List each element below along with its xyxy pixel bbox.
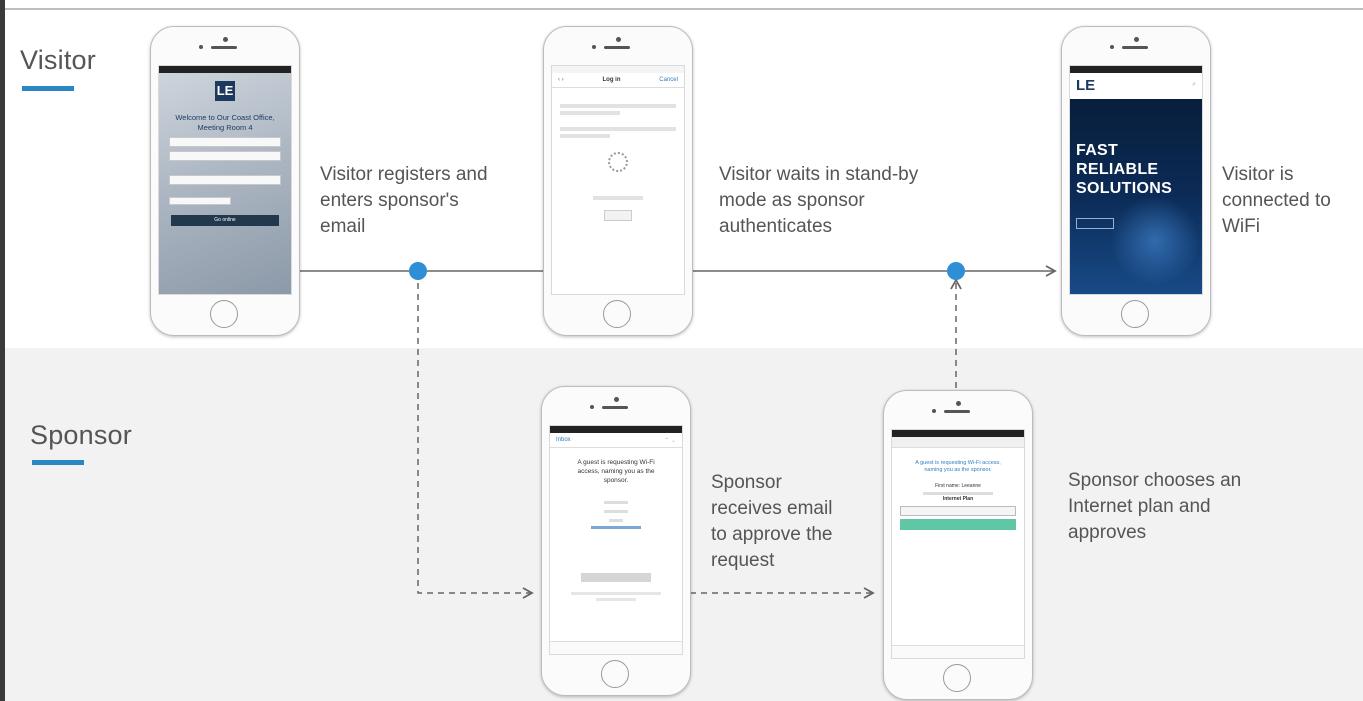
waiting-text-line [593, 196, 643, 200]
camera [956, 401, 961, 406]
approve-button[interactable] [900, 519, 1016, 530]
confirm-button[interactable] [581, 573, 651, 582]
camera [1134, 37, 1139, 42]
status-bar [892, 430, 1024, 437]
speaker [604, 46, 630, 49]
info-line-1 [560, 104, 676, 108]
browser-toolbar [892, 645, 1024, 658]
status-bar [1070, 66, 1202, 73]
login-title: Log in [602, 77, 621, 83]
standby-screen: ‹ › Log in Cancel [551, 65, 685, 295]
brand-logo: LE [1076, 77, 1096, 94]
phone-plan-selection: A guest is requesting Wi-Fi access, nami… [883, 390, 1033, 700]
speaker [211, 46, 237, 49]
sensor-dot [592, 45, 596, 49]
email-screen: Inbox ⌃ ⌄ A guest is requesting Wi-Fi ac… [549, 425, 683, 655]
home-button [210, 300, 238, 328]
search-icon[interactable]: ⌕ [1192, 81, 1196, 89]
mail-toolbar [550, 641, 682, 654]
step-visitor-registers: Visitor registers and enters sponsor's e… [320, 164, 488, 237]
status-bar [550, 426, 682, 433]
guest-email-link[interactable] [591, 526, 641, 529]
speaker [944, 410, 970, 413]
flow-diagram: Visitor Sponsor Visitor registers and en… [0, 0, 1363, 701]
home-button [1121, 300, 1149, 328]
footer-line-1 [571, 592, 661, 595]
footer-line-2 [596, 598, 636, 601]
step-sponsor-receives: Sponsor receives email to approve the re… [711, 472, 833, 571]
info-line-4 [560, 134, 610, 138]
name-field[interactable] [169, 137, 281, 147]
step-visitor-waits: Visitor waits in stand-by mode as sponso… [719, 164, 919, 237]
internet-plan-select[interactable] [900, 506, 1016, 516]
plan-screen: A guest is requesting Wi-Fi access, nami… [891, 429, 1025, 659]
email-field[interactable] [169, 151, 281, 161]
request-heading: A guest is requesting Wi-Fi access, nami… [577, 459, 655, 484]
go-online-button[interactable]: Go online [171, 215, 279, 226]
detail-line-1 [604, 501, 628, 504]
dashed-line-to-sponsor-email [417, 272, 534, 599]
site-header: LE ⌕ [1070, 73, 1202, 99]
home-button [603, 300, 631, 328]
sponsor-email-field[interactable] [169, 175, 281, 185]
speaker [1122, 46, 1148, 49]
background-glow [1110, 196, 1200, 286]
resend-button[interactable] [604, 210, 632, 221]
phone-registration: LE Welcome to Our Coast Office, Meeting … [150, 26, 300, 336]
home-button [601, 660, 629, 688]
back-chevron-icon[interactable]: ‹ › [558, 77, 564, 83]
detail-line-2 [604, 510, 628, 513]
sensor-dot [1110, 45, 1114, 49]
info-line-3 [560, 127, 676, 131]
hero-button[interactable] [1076, 218, 1114, 229]
sensor-dot [199, 45, 203, 49]
plan-heading: A guest is requesting Wi-Fi access, nami… [915, 460, 1001, 473]
cancel-link[interactable]: Cancel [659, 77, 678, 83]
phone-connected: LE ⌕ FAST RELIABLE SOLUTIONS [1061, 26, 1211, 336]
node-approval [947, 262, 965, 280]
camera [223, 37, 228, 42]
terms-checkbox[interactable] [169, 197, 231, 205]
hero-headline: FAST RELIABLE SOLUTIONS [1076, 142, 1173, 197]
first-name-row: First name: Leeanne [935, 483, 981, 489]
sensor-dot [932, 409, 936, 413]
mail-navbar: Inbox ⌃ ⌄ [550, 433, 682, 448]
loading-spinner-icon [608, 152, 628, 172]
sensor-dot [590, 405, 594, 409]
phone-standby: ‹ › Log in Cancel [543, 26, 693, 336]
node-registration [409, 262, 427, 280]
connected-screen: LE ⌕ FAST RELIABLE SOLUTIONS [1069, 65, 1203, 295]
status-bar [552, 66, 684, 73]
inbox-back-link[interactable]: Inbox [556, 437, 571, 443]
step-visitor-connected: Visitor is connected to WiFi [1222, 164, 1331, 237]
login-navbar: ‹ › Log in Cancel [552, 73, 684, 88]
welcome-title: Welcome to Our Coast Office, Meeting Roo… [175, 113, 275, 132]
home-button [943, 664, 971, 692]
step-sponsor-chooses: Sponsor chooses an Internet plan and app… [1068, 470, 1242, 543]
brand-logo: LE [215, 81, 235, 101]
info-line-2 [560, 111, 620, 115]
camera [614, 397, 619, 402]
registration-screen: LE Welcome to Our Coast Office, Meeting … [158, 65, 292, 295]
camera [616, 37, 621, 42]
detail-line-3 [609, 519, 623, 522]
internet-plan-label: Internet Plan [942, 496, 974, 502]
mail-nav-arrows-icon[interactable]: ⌃ ⌄ [664, 437, 676, 444]
speaker [602, 406, 628, 409]
status-bar [159, 66, 291, 73]
address-bar[interactable] [892, 437, 1024, 448]
phone-approval-email: Inbox ⌃ ⌄ A guest is requesting Wi-Fi ac… [541, 386, 691, 696]
